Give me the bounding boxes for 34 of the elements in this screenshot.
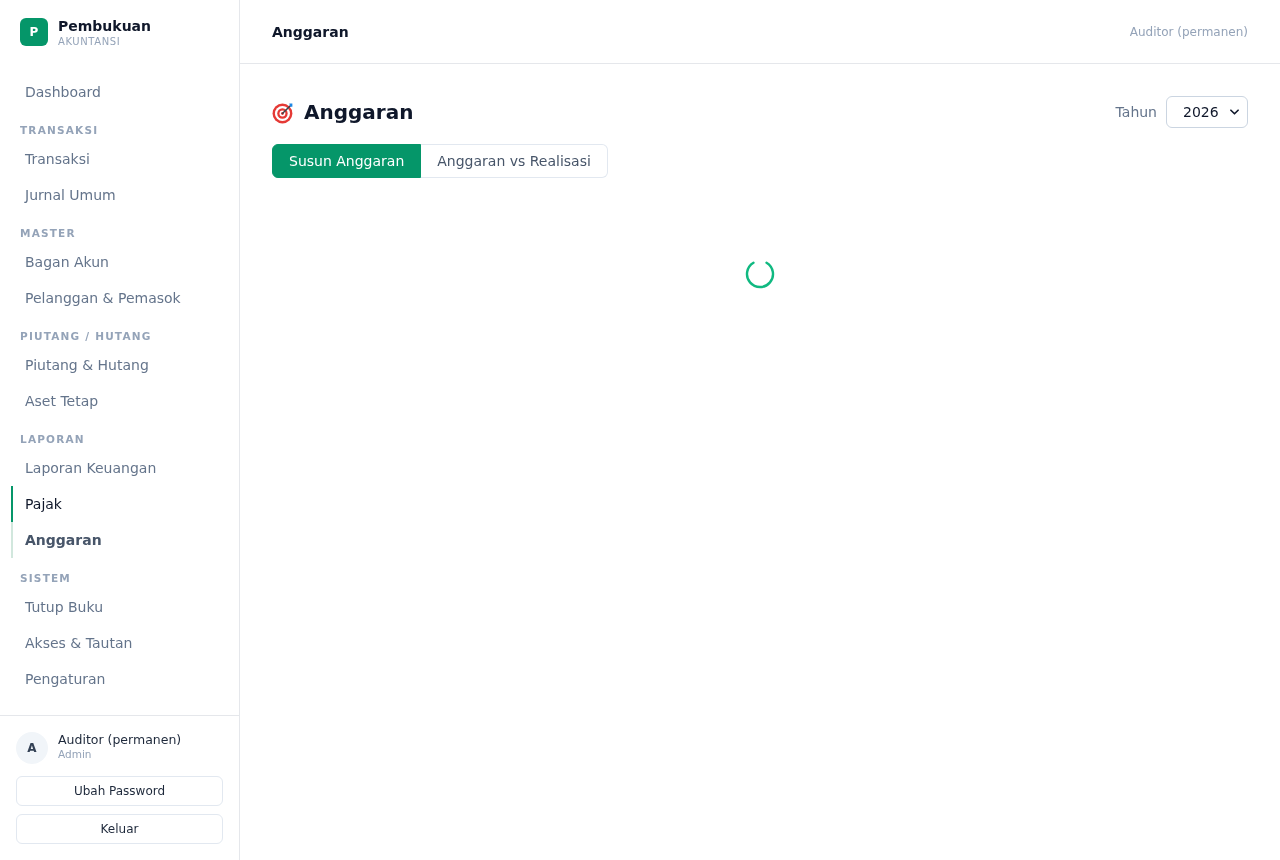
nav-item[interactable]: Pengaturan: [11, 661, 228, 697]
nav-item[interactable]: Transaksi: [11, 141, 228, 177]
nav-item[interactable]: Aset Tetap: [11, 383, 228, 419]
tab[interactable]: Susun Anggaran: [272, 144, 422, 178]
page-title: Anggaran: [304, 100, 414, 124]
chevron-down-icon: [1230, 109, 1239, 115]
nav-section-label: SISTEM: [19, 571, 72, 586]
nav-item[interactable]: Anggaran: [11, 522, 228, 558]
nav-item[interactable]: Akses & Tautan: [11, 625, 228, 661]
user-avatar: A: [16, 732, 48, 764]
year-label: Tahun: [1115, 104, 1157, 120]
nav-item[interactable]: Pajak: [11, 486, 228, 522]
nav-item[interactable]: Pelanggan & Pemasok: [11, 280, 228, 316]
logout-button[interactable]: Keluar: [16, 814, 223, 844]
change-password-button[interactable]: Ubah Password: [16, 776, 223, 806]
nav-section-label: PIUTANG / HUTANG: [19, 329, 153, 344]
app-logo: P: [20, 18, 48, 46]
nav-item[interactable]: Piutang & Hutang: [11, 347, 228, 383]
nav-item[interactable]: Bagan Akun: [11, 244, 228, 280]
tab[interactable]: Anggaran vs Realisasi: [421, 144, 608, 178]
nav-section-label: MASTER: [19, 226, 77, 241]
header-user-name: Auditor (permanen): [1129, 24, 1248, 39]
nav-section-label: LAPORAN: [19, 432, 86, 447]
app-subtitle: AKUNTANSI: [58, 35, 122, 48]
page-header-title: Anggaran: [272, 23, 349, 40]
nav-item[interactable]: Dashboard: [11, 74, 228, 110]
user-name: Auditor (permanen): [58, 731, 182, 748]
nav-section-label: TRANSAKSI: [19, 123, 100, 138]
user-role: Admin: [58, 747, 93, 761]
nav-item[interactable]: Jurnal Umum: [11, 177, 228, 213]
nav-item[interactable]: Laporan Keuangan: [11, 450, 228, 486]
year-select[interactable]: 2026: [1166, 96, 1248, 128]
app-name: Pembukuan: [58, 18, 152, 35]
nav-item[interactable]: Tutup Buku: [11, 589, 228, 625]
